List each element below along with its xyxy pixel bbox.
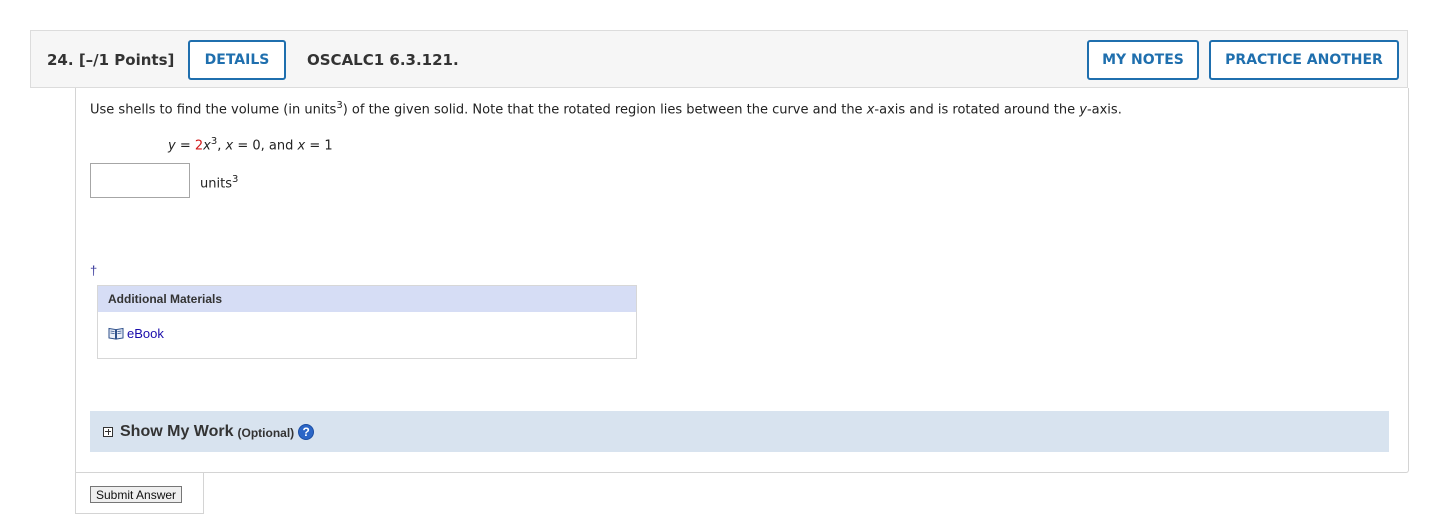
problem-prompt: Use shells to find the volume (in units3… bbox=[90, 100, 1122, 118]
show-my-work-label: Show My Work bbox=[120, 422, 234, 440]
help-icon[interactable]: ? bbox=[298, 423, 315, 440]
submit-area: Submit Answer bbox=[75, 473, 204, 514]
practice-another-button[interactable]: PRACTICE ANOTHER bbox=[1209, 40, 1399, 80]
question-number: 24. [–/1 Points] bbox=[47, 51, 175, 69]
problem-equation: y = 2x3, x = 0, and x = 1 bbox=[168, 136, 333, 154]
optional-label: (Optional) bbox=[237, 425, 295, 440]
footnote-dagger: † bbox=[90, 263, 98, 278]
question-header: 24. [–/1 Points] DETAILS OSCALC1 6.3.121… bbox=[30, 30, 1408, 88]
additional-materials-panel: Additional Materials eBook bbox=[97, 285, 637, 359]
expand-plus-icon[interactable] bbox=[103, 426, 113, 437]
points-label: [–/1 Points] bbox=[78, 51, 175, 69]
submit-answer-button[interactable]: Submit Answer bbox=[90, 486, 183, 503]
details-button[interactable]: DETAILS bbox=[188, 40, 286, 80]
ebook-link[interactable]: eBook bbox=[108, 326, 164, 341]
show-my-work-bar[interactable]: Show My Work (Optional) ? bbox=[90, 411, 1389, 452]
question-code: OSCALC1 6.3.121. bbox=[307, 51, 459, 69]
my-notes-button[interactable]: MY NOTES bbox=[1087, 40, 1199, 80]
units-label: units3 bbox=[200, 174, 239, 192]
book-icon bbox=[108, 327, 124, 340]
ebook-label: eBook bbox=[127, 326, 164, 341]
answer-input[interactable] bbox=[90, 163, 190, 198]
additional-materials-heading: Additional Materials bbox=[98, 286, 636, 312]
